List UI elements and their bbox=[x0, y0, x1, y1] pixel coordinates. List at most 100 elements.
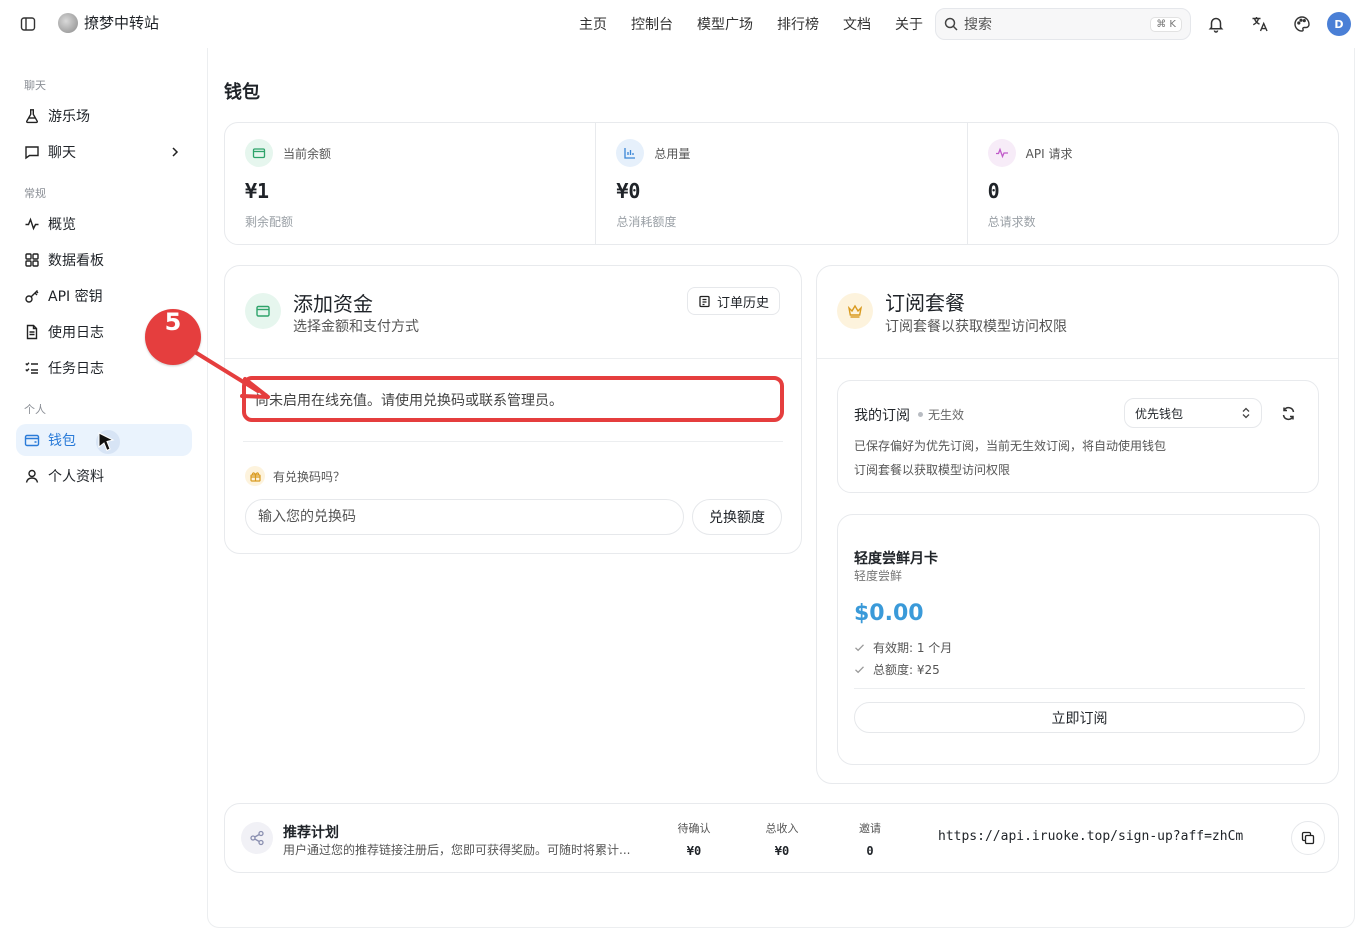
stat-value: ¥0 bbox=[616, 179, 641, 203]
list-check-icon bbox=[25, 362, 38, 374]
user-icon bbox=[25, 469, 39, 483]
preference-select[interactable]: 优先钱包 bbox=[1124, 398, 1262, 428]
add-funds-card: 添加资金 选择金额和支付方式 订单历史 尚未启用在线充值。请使用兑换码或联系管理… bbox=[224, 265, 802, 554]
translate-icon[interactable] bbox=[1249, 13, 1271, 35]
sidebar-item-label: 任务日志 bbox=[48, 361, 104, 377]
bar-chart-icon bbox=[616, 139, 645, 167]
stat-balance: 当前余额 ¥1 剩余配额 bbox=[225, 123, 597, 244]
redeem-code-input[interactable] bbox=[245, 499, 684, 535]
sidebar-item-chat[interactable]: 聊天 bbox=[16, 136, 192, 168]
avatar[interactable]: D bbox=[1327, 12, 1351, 36]
add-funds-title: 添加资金 bbox=[293, 292, 373, 316]
order-history-button[interactable]: 订单历史 bbox=[687, 287, 781, 315]
referral-title: 推荐计划 bbox=[283, 825, 339, 841]
receipt-icon bbox=[699, 295, 710, 307]
sidebar-section-general: 常规 bbox=[24, 187, 46, 200]
plan-feature-text: 总额度: ¥25 bbox=[873, 663, 940, 677]
chat-icon bbox=[25, 146, 39, 160]
top-nav: 主页 控制台 模型广场 排行榜 文档 关于 bbox=[567, 14, 935, 34]
plan-feature: 有效期: 1 个月 bbox=[854, 639, 952, 656]
sidebar-item-label: API 密钥 bbox=[48, 289, 103, 305]
referral-card: 推荐计划 用户通过您的推荐链接注册后，您即可获得奖励。可随时将累计... 待确认… bbox=[224, 803, 1339, 873]
sidebar-item-label: 聊天 bbox=[48, 145, 76, 161]
sidebar-item-label: 个人资料 bbox=[48, 469, 104, 485]
sidebar-toggle-icon[interactable] bbox=[18, 14, 38, 34]
search-shortcut: ⌘ K bbox=[1150, 16, 1182, 32]
refresh-icon[interactable] bbox=[1278, 403, 1298, 423]
subscription-subtitle: 订阅套餐以获取模型访问权限 bbox=[885, 319, 1067, 335]
plan-feature: 总额度: ¥25 bbox=[854, 661, 940, 678]
brand-logo-icon bbox=[58, 12, 78, 33]
sidebar-item-profile[interactable]: 个人资料 bbox=[16, 460, 192, 492]
sidebar-item-dashboard[interactable]: 数据看板 bbox=[16, 244, 192, 276]
stat-label: API 请求 bbox=[1025, 147, 1073, 161]
stat-usage: 总用量 ¥0 总消耗额度 bbox=[596, 123, 968, 244]
stat-label: 总用量 bbox=[654, 147, 691, 161]
chevron-up-down-icon bbox=[1242, 407, 1250, 419]
nav-home[interactable]: 主页 bbox=[567, 14, 619, 34]
referral-stat-label: 邀请 bbox=[859, 822, 881, 835]
sidebar-item-label: 数据看板 bbox=[48, 253, 104, 269]
stat-value: ¥1 bbox=[245, 179, 270, 203]
file-text-icon bbox=[26, 324, 38, 340]
activity-icon bbox=[25, 217, 39, 231]
divider bbox=[817, 358, 1338, 359]
divider bbox=[225, 358, 801, 359]
nav-models[interactable]: 模型广场 bbox=[685, 14, 765, 34]
plan-feature-text: 有效期: 1 个月 bbox=[873, 641, 953, 655]
search-input[interactable]: 搜索 ⌘ K bbox=[935, 8, 1191, 40]
copy-link-button[interactable] bbox=[1291, 821, 1325, 855]
referral-stat-value: ¥0 bbox=[686, 844, 702, 858]
plan-price: $0.00 bbox=[854, 601, 924, 626]
stat-requests: API 请求 0 总请求数 bbox=[968, 123, 1338, 244]
nav-docs[interactable]: 文档 bbox=[831, 14, 883, 34]
order-history-label: 订单历史 bbox=[717, 295, 770, 311]
redeem-button[interactable]: 兑换额度 bbox=[692, 499, 782, 535]
annotation-highlight-box bbox=[242, 376, 784, 422]
nav-console[interactable]: 控制台 bbox=[619, 14, 685, 34]
sidebar-item-playground[interactable]: 游乐场 bbox=[16, 100, 192, 132]
bell-icon[interactable] bbox=[1205, 13, 1227, 35]
redeem-question: 有兑换码吗？ bbox=[273, 469, 346, 484]
stat-sub: 总请求数 bbox=[987, 215, 1036, 229]
step-number-badge: 5 bbox=[145, 309, 201, 365]
check-icon bbox=[855, 666, 864, 674]
subscribe-button[interactable]: 立即订阅 bbox=[854, 702, 1305, 733]
chevron-right-icon bbox=[172, 147, 179, 157]
nav-about[interactable]: 关于 bbox=[883, 14, 935, 34]
stat-sub: 总消耗额度 bbox=[616, 215, 677, 229]
sidebar: 聊天 游乐场 聊天 常规 概览 数据看板 API 密钥 使用日志 任务日志 个人… bbox=[0, 48, 207, 936]
grid-icon bbox=[25, 253, 39, 267]
sidebar-item-label: 概览 bbox=[48, 217, 76, 233]
referral-stat-value: ¥0 bbox=[774, 844, 790, 858]
sidebar-item-overview[interactable]: 概览 bbox=[16, 208, 192, 240]
search-icon bbox=[944, 17, 958, 31]
divider bbox=[854, 688, 1305, 689]
share-icon bbox=[241, 822, 273, 854]
activity-icon bbox=[987, 139, 1016, 167]
preference-value: 优先钱包 bbox=[1135, 406, 1184, 421]
referral-link[interactable]: https://api.iruoke.top/sign-up?aff=zhCm bbox=[938, 829, 1243, 844]
redeem-question-row: 有兑换码吗？ bbox=[245, 466, 345, 486]
wallet-icon bbox=[245, 139, 273, 167]
subscription-info-line: 已保存偏好为优先订阅，当前无生效订阅，将自动使用钱包 bbox=[854, 439, 1167, 453]
palette-icon[interactable] bbox=[1291, 13, 1313, 35]
sidebar-item-label: 钱包 bbox=[48, 433, 76, 449]
top-bar: 撩梦中转站 主页 控制台 模型广场 排行榜 文档 关于 搜索 ⌘ K D bbox=[0, 0, 1363, 48]
page-title: 钱包 bbox=[224, 82, 260, 103]
my-subscription-title: 我的订阅 bbox=[854, 408, 910, 424]
nav-rankings[interactable]: 排行榜 bbox=[765, 14, 831, 34]
referral-stat-income: 总收入 ¥0 bbox=[752, 820, 812, 858]
subscription-card: 订阅套餐 订阅套餐以获取模型访问权限 我的订阅 无生效 优先钱包 已保存偏好为优… bbox=[816, 265, 1339, 784]
subscription-title: 订阅套餐 bbox=[885, 291, 965, 315]
status-badge: 无生效 bbox=[918, 406, 964, 423]
sidebar-item-label: 使用日志 bbox=[48, 325, 104, 341]
stats-panel: 当前余额 ¥1 剩余配额 总用量 ¥0 总消耗额度 API 请求 0 总请求数 bbox=[224, 122, 1339, 245]
divider bbox=[243, 441, 783, 442]
my-subscription-panel: 我的订阅 无生效 优先钱包 已保存偏好为优先订阅，当前无生效订阅，将自动使用钱包… bbox=[837, 380, 1319, 493]
referral-stat-label: 待确认 bbox=[677, 822, 711, 835]
check-icon bbox=[855, 644, 864, 652]
brand[interactable]: 撩梦中转站 bbox=[58, 12, 159, 33]
search-placeholder: 搜索 bbox=[964, 17, 992, 33]
plan-tag: 轻度尝鲜 bbox=[854, 569, 903, 583]
